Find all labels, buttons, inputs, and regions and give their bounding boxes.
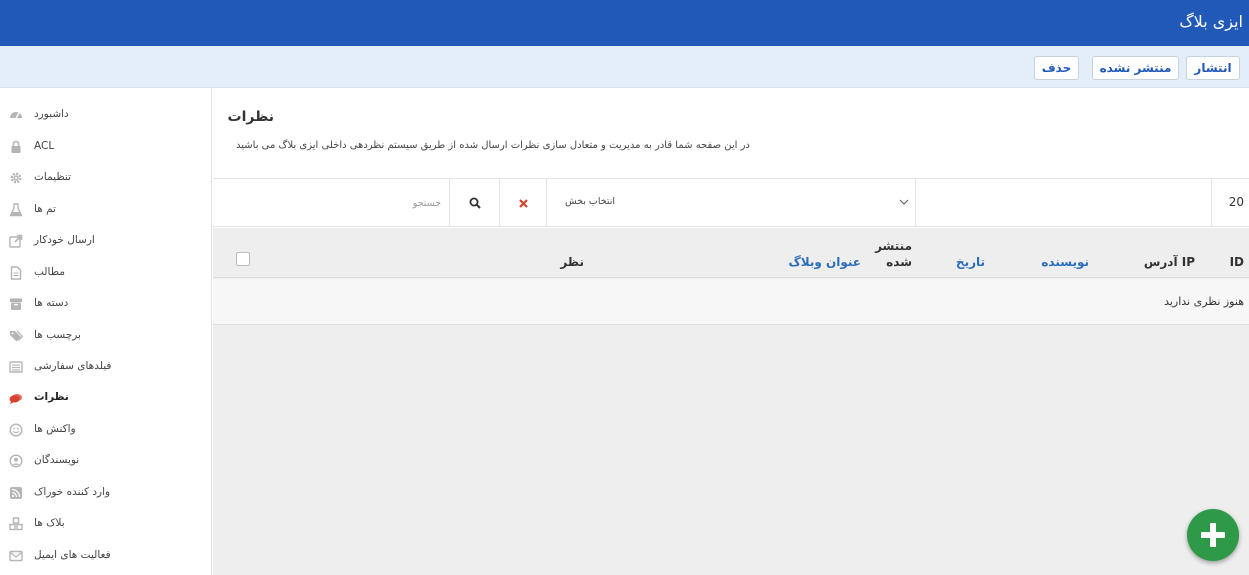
sidebar-item-posts[interactable]: مطالب (0, 259, 212, 287)
comments-table: ID IP آدرس نویسنده تاریخ منتشر شده عنوان… (213, 228, 1249, 575)
sidebar-item-dashboard[interactable]: داشبورد (0, 101, 212, 129)
column-id[interactable]: ID (1230, 255, 1244, 269)
sidebar-item-label: بلاک ها (34, 517, 65, 529)
top-bar: ایزی بلاگ (0, 0, 1249, 46)
close-icon (519, 199, 528, 208)
app-brand[interactable]: ایزی بلاگ (1179, 12, 1243, 31)
empty-message: هنوز نظری ندارید (1164, 295, 1244, 308)
comments-icon (9, 394, 22, 404)
section-select[interactable]: انتخاب بخش (547, 179, 916, 227)
column-comment: نظر (560, 255, 584, 269)
sidebar-item-label: تنظیمات (34, 171, 72, 183)
sidebar-item-email-activities[interactable]: فعالیت های ایمیل (0, 542, 212, 570)
table-header: ID IP آدرس نویسنده تاریخ منتشر شده عنوان… (213, 228, 1249, 278)
page-description: در این صفحه شما قادر به مدیریت و متعادل … (236, 140, 750, 151)
page-title: نظرات (227, 109, 274, 125)
per-page-select[interactable]: 20 (1212, 179, 1249, 227)
sidebar-item-label: ارسال خودکار (34, 234, 95, 246)
list-icon (9, 361, 23, 373)
select-all-checkbox[interactable] (236, 252, 250, 266)
action-bar: حذف منتشر نشده انتشار (0, 46, 1249, 88)
document-icon (10, 266, 22, 280)
search-box (213, 179, 450, 227)
column-date[interactable]: تاریخ (956, 255, 985, 269)
dashboard-icon (10, 112, 22, 119)
sidebar-item-settings[interactable]: تنظیمات (0, 164, 212, 192)
tags-icon (10, 330, 23, 342)
table-empty-row: هنوز نظری ندارید (213, 279, 1249, 325)
column-published-line1[interactable]: منتشر (875, 239, 912, 253)
gear-icon (10, 172, 22, 184)
sidebar-item-label: تم ها (34, 203, 56, 215)
sidebar-item-label: مطالب (34, 266, 65, 278)
share-icon (9, 234, 23, 248)
per-page-value: 20 (1228, 195, 1244, 209)
cubes-icon (9, 517, 23, 531)
clear-filter-button[interactable] (500, 179, 547, 227)
column-author[interactable]: نویسنده (1041, 255, 1089, 269)
sidebar-item-feed-importer[interactable]: وارد کننده خوراک (0, 479, 212, 507)
sidebar-item-label: برچسب ها (34, 329, 81, 341)
sidebar-item-label: نویسندگان (34, 454, 80, 466)
sidebar-item-authors[interactable]: نویسندگان (0, 447, 212, 475)
smile-icon (9, 423, 23, 437)
add-comment-button[interactable] (1187, 509, 1239, 561)
filter-bar: انتخاب بخش 20 (213, 178, 1249, 227)
sidebar-item-custom-fields[interactable]: فیلدهای سفارشی (0, 353, 212, 381)
search-button[interactable] (450, 179, 500, 227)
sidebar-item-label: نظرات (34, 391, 69, 403)
lock-icon (11, 140, 21, 153)
sidebar: داشبورد ACL تنظیمات تم ها ارسال خودکار م… (0, 88, 212, 575)
sidebar-item-label: وارد کننده خوراک (34, 486, 111, 498)
sidebar-item-reactions[interactable]: واکنش ها (0, 416, 212, 444)
sidebar-item-label: فعالیت های ایمیل (34, 549, 111, 561)
filter-spacer (916, 179, 1212, 227)
sidebar-item-label: فیلدهای سفارشی (34, 360, 112, 372)
sidebar-item-tags[interactable]: برچسب ها (0, 322, 212, 350)
search-icon (469, 197, 481, 209)
column-published-line2[interactable]: شده (886, 255, 912, 269)
sidebar-item-themes[interactable]: تم ها (0, 196, 212, 224)
flask-icon (9, 203, 23, 217)
sidebar-item-label: دسته ها (34, 297, 69, 309)
envelope-icon (9, 550, 23, 562)
plus-icon-bar (1201, 532, 1225, 538)
section-select-value: انتخاب بخش (565, 196, 616, 207)
search-input[interactable] (221, 194, 441, 212)
sidebar-item-label: واکنش ها (34, 423, 76, 435)
user-circle-icon (9, 454, 23, 468)
sidebar-item-autopost[interactable]: ارسال خودکار (0, 227, 212, 255)
archive-icon (10, 298, 22, 310)
publish-button[interactable]: انتشار (1186, 56, 1240, 80)
sidebar-item-label: داشبورد (34, 108, 69, 120)
sidebar-item-categories[interactable]: دسته ها (0, 290, 212, 318)
main-content: نظرات در این صفحه شما قادر به مدیریت و م… (213, 88, 1249, 575)
sidebar-item-acl[interactable]: ACL (0, 133, 212, 161)
chevron-down-icon (899, 199, 909, 205)
unpublish-button[interactable]: منتشر نشده (1092, 56, 1179, 80)
delete-button[interactable]: حذف (1034, 56, 1079, 80)
sidebar-item-comments[interactable]: نظرات (0, 384, 212, 412)
rss-icon (10, 487, 22, 499)
column-ip-address[interactable]: IP آدرس (1144, 255, 1195, 269)
sidebar-item-blocks[interactable]: بلاک ها (0, 510, 212, 538)
sidebar-item-label: ACL (34, 140, 55, 152)
column-blog-title[interactable]: عنوان وبلاگ (788, 255, 861, 269)
